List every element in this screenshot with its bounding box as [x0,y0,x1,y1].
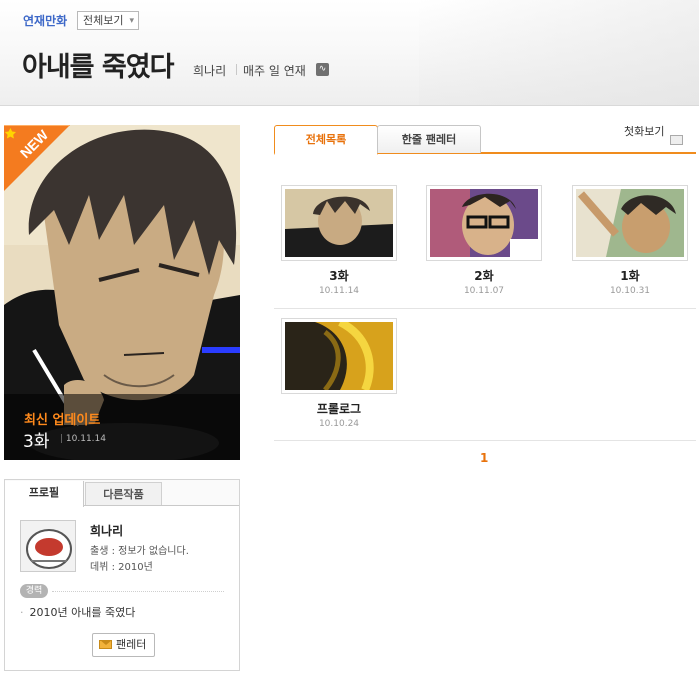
author-profile-name: 희나리 [90,524,124,538]
divider [274,440,696,441]
episode-thumbnail-image [576,189,684,257]
episode-title[interactable]: 3화 [281,267,397,284]
envelope-icon [99,640,112,649]
profile-tabs: 프로필 다른작품 [5,480,239,507]
episode-thumbnail[interactable] [572,185,688,261]
divider [274,308,696,309]
latest-update-label: 최신 업데이트 [24,413,101,428]
page-title: 아내를 죽였다 [22,52,174,83]
fan-letter-label: 팬레터 [116,638,147,651]
author-debut: 데뷔 : 2010년 [90,562,153,573]
list-view-icon[interactable] [670,135,683,145]
episode-date: 10.10.24 [318,419,360,429]
chevron-down-icon: ▾ [129,16,134,26]
pagination-current[interactable]: 1 [480,451,488,465]
episode-thumbnail[interactable] [281,185,397,261]
career-badge: 경력 [20,584,48,598]
career-item: 2010년 아내를 죽였다 [20,604,136,620]
avatar [20,520,76,572]
episode-date: 10.10.31 [609,286,651,296]
author-name[interactable]: 희나리 [193,62,226,79]
episode-title[interactable]: 1화 [572,267,688,284]
new-badge: NEW [4,125,70,191]
episode-thumbnail[interactable] [426,185,542,261]
view-all-dropdown[interactable]: 전체보기 ▾ [77,11,139,30]
schedule-text: 매주 일 연재 [243,64,306,78]
view-all-label: 전체보기 [83,14,124,27]
episode-thumbnail-image [430,189,538,257]
episode-date: 10.11.07 [463,286,505,296]
episode-item[interactable]: 2화 10.11.07 [426,185,542,296]
episode-date: 10.11.14 [318,286,360,296]
featured-banner[interactable]: NEW 최신 업데이트 3화 10.11.14 [4,125,240,460]
latest-episode[interactable]: 3화 [23,427,49,452]
author-birth: 출생 : 정보가 없습니다. [90,546,189,557]
episode-thumbnail[interactable] [281,318,397,394]
tab-other-works[interactable]: 다른작품 [85,482,162,505]
episode-item[interactable]: 프롤로그 10.10.24 [281,318,397,429]
page-header: 연재만화 전체보기 ▾ 아내를 죽였다 희나리 매주 일 연재 ∿ [0,0,699,106]
rss-icon[interactable]: ∿ [316,63,329,76]
first-episode-link[interactable]: 첫화보기 [624,123,664,139]
profile-panel: 프로필 다른작품 희나리 출생 : 정보가 없습니다. 데뷔 : 2010년 경… [4,479,240,671]
category-link[interactable]: 연재만화 [23,12,67,29]
episode-item[interactable]: 3화 10.11.14 [281,185,397,296]
episode-item[interactable]: 1화 10.10.31 [572,185,688,296]
latest-date: 10.11.14 [60,434,106,444]
episode-thumbnail-image [285,189,393,257]
fan-letter-button[interactable]: 팬레터 [92,633,155,657]
episode-thumbnail-image [285,322,393,390]
episode-title[interactable]: 프롤로그 [281,400,397,417]
episode-title[interactable]: 2화 [426,267,542,284]
tab-all-episodes[interactable]: 전체목록 [274,125,378,155]
divider [236,64,237,75]
tab-one-line-letters[interactable]: 한줄 팬레터 [377,125,481,153]
divider [52,591,224,592]
tab-profile[interactable]: 프로필 [5,481,84,507]
avatar-image [21,521,75,571]
